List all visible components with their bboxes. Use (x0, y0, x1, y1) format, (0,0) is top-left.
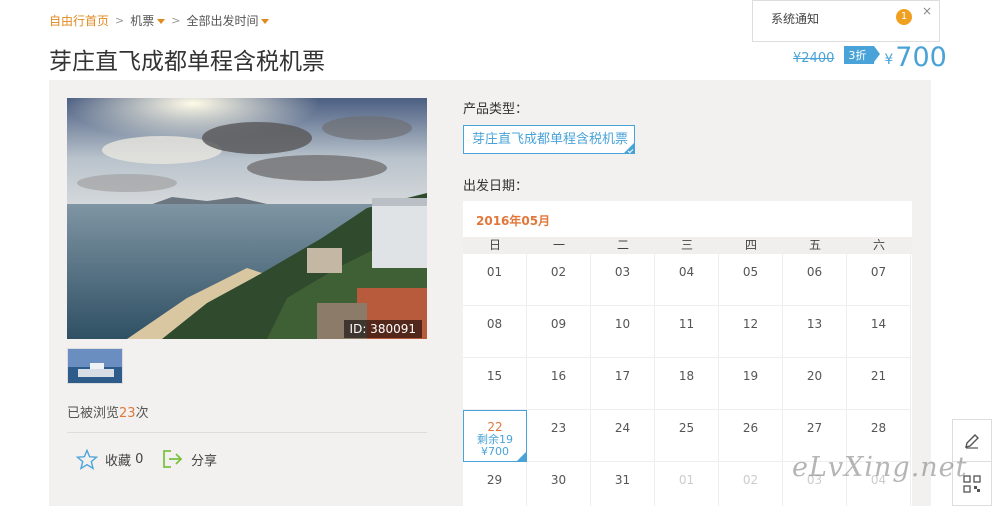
notice-count-badge: 1 (896, 9, 912, 25)
calendar-day[interactable]: 04 (655, 254, 719, 306)
calendar-day[interactable]: 09 (527, 306, 591, 358)
page-title: 芽庄直飞成都单程含税机票 (49, 49, 325, 75)
share-icon (163, 450, 183, 468)
calendar-month: 2016年05月 (476, 214, 551, 228)
calendar-week-row: 08 09 10 11 12 13 14 (463, 306, 912, 358)
product-type-label: 产品类型： (463, 102, 529, 117)
main-photo[interactable]: ID: 380091 (67, 98, 427, 339)
calendar-day[interactable]: 08 (463, 306, 527, 358)
calendar-day[interactable]: 24 (591, 410, 655, 462)
system-notice[interactable]: 系统通知 1 × (752, 0, 940, 42)
breadcrumb-time-dropdown[interactable]: 全部出发时间 (186, 12, 270, 29)
product-type-option[interactable]: 芽庄直飞成都单程含税机票 (463, 125, 635, 154)
calendar-day[interactable]: 11 (655, 306, 719, 358)
calendar-day[interactable]: 03 (591, 254, 655, 306)
weekday: 五 (808, 238, 821, 252)
calendar-day[interactable]: 29 (463, 462, 527, 506)
weekday: 二 (616, 238, 629, 252)
calendar-day[interactable]: 06 (783, 254, 847, 306)
calendar-day[interactable]: 15 (463, 358, 527, 410)
favorite-label: 收藏 (105, 454, 132, 469)
calendar-day[interactable]: 16 (527, 358, 591, 410)
calendar-day[interactable]: 30 (527, 462, 591, 506)
calendar-day-next-month: 01 (655, 462, 719, 506)
calendar-day[interactable]: 23 (527, 410, 591, 462)
breadcrumb-category-dropdown[interactable]: 机票 (130, 12, 166, 29)
share-label: 分享 (191, 453, 218, 469)
breadcrumb-home[interactable]: 自由行首页 (49, 12, 109, 29)
thumbnail-image (68, 349, 122, 383)
breadcrumb-category: 机票 (130, 14, 155, 28)
calendar-day[interactable]: 10 (591, 306, 655, 358)
photo-id-tag: ID: 380091 (343, 320, 422, 338)
favorite-count: 0 (135, 452, 144, 467)
calendar-day[interactable]: 20 (783, 358, 847, 410)
divider (67, 432, 427, 433)
calendar-day[interactable]: 17 (591, 358, 655, 410)
selected-day-number: 22 (487, 420, 503, 434)
photo-thumbnail[interactable] (67, 348, 123, 384)
calendar-day[interactable]: 31 (591, 462, 655, 506)
share-button[interactable]: 分享 (162, 449, 217, 469)
weekday-header: 日 一 二 三 四 五 六 (463, 237, 912, 254)
favorite-button[interactable]: 收藏 0 (76, 449, 143, 470)
calendar-week-row: 01 02 03 04 05 06 07 (463, 254, 912, 306)
calendar-day[interactable]: 01 (463, 254, 527, 306)
calendar-day[interactable]: 25 (655, 410, 719, 462)
calendar-day[interactable]: 26 (719, 410, 783, 462)
breadcrumb: 自由行首页 > 机票 > 全部出发时间 (49, 12, 270, 29)
calendar-day-next-month: 02 (719, 462, 783, 506)
original-price: ¥2400 (793, 51, 835, 66)
view-count: 已被浏览23次 (67, 402, 149, 421)
star-icon (76, 449, 98, 470)
calendar-day-selected[interactable]: 22 剩余19 ¥700 (463, 410, 527, 462)
product-panel: ID: 380091 已被浏览23次 收藏 0 分享 产品类型： 芽庄直飞成都单… (49, 80, 931, 506)
beach-photo-image (67, 98, 427, 339)
selected-corner-icon (517, 452, 526, 461)
breadcrumb-time: 全部出发时间 (186, 14, 259, 28)
breadcrumb-separator: > (115, 14, 125, 27)
weekday: 三 (680, 238, 693, 252)
pen-icon (965, 433, 979, 449)
weekday: 四 (744, 238, 757, 252)
chevron-down-icon (157, 19, 166, 24)
view-count-number: 23 (119, 406, 136, 421)
calendar-day[interactable]: 12 (719, 306, 783, 358)
breadcrumb-separator: > (171, 14, 181, 27)
watermark-logo: eLvXing.net (792, 452, 968, 483)
calendar-day[interactable]: 19 (719, 358, 783, 410)
calendar-week-row: 15 16 17 18 19 20 21 (463, 358, 912, 410)
product-type-value: 芽庄直飞成都单程含税机票 (472, 132, 629, 147)
price-block: ¥2400 3折 ¥ 700 (793, 44, 947, 71)
calendar-day[interactable]: 14 (847, 306, 911, 358)
calendar-day[interactable]: 07 (847, 254, 911, 306)
weekday: 六 (872, 238, 885, 252)
close-icon[interactable]: × (922, 4, 932, 18)
calendar-day[interactable]: 02 (527, 254, 591, 306)
weekday: 日 (488, 238, 501, 252)
calendar-day[interactable]: 21 (847, 358, 911, 410)
view-count-suffix: 次 (135, 406, 149, 421)
calendar-day[interactable]: 05 (719, 254, 783, 306)
notice-label: 系统通知 (771, 12, 820, 26)
departure-date-label: 出发日期： (463, 179, 529, 194)
view-count-prefix: 已被浏览 (67, 406, 120, 421)
calendar-day[interactable]: 13 (783, 306, 847, 358)
currency-symbol: ¥ (884, 52, 894, 68)
chevron-down-icon (261, 19, 270, 24)
current-price: 700 (895, 42, 947, 73)
discount-badge: 3折 (844, 46, 881, 64)
weekday: 一 (552, 238, 565, 252)
calendar-day[interactable]: 18 (655, 358, 719, 410)
